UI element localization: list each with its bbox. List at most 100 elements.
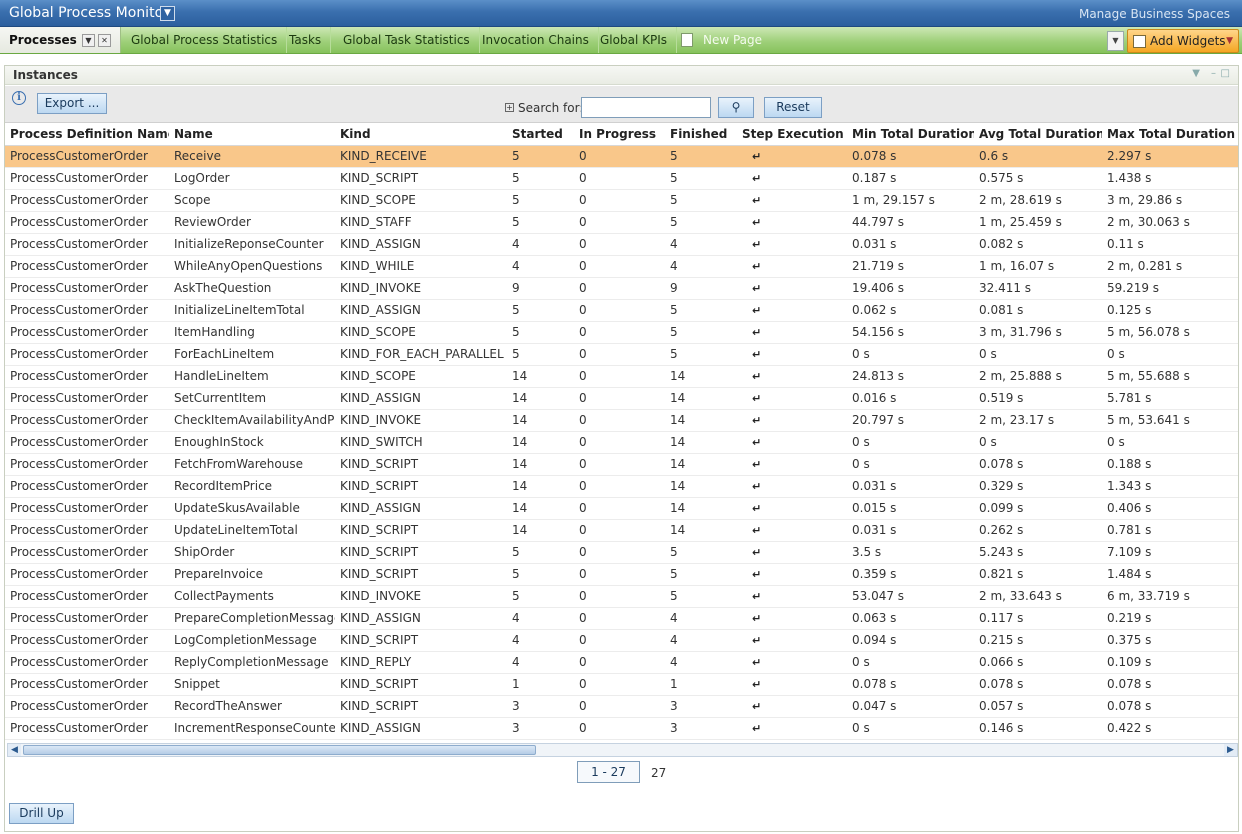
table-row[interactable]: ProcessCustomerOrder Snippet KIND_SCRIPT 1 0…: [5, 673, 1238, 696]
table-row[interactable]: ProcessCustomerOrder SetCurrentItem KIND_A…: [5, 387, 1238, 410]
step-execution-cell: ↵: [737, 299, 847, 322]
widget-menu-icon[interactable]: ▼: [1192, 68, 1200, 79]
column-header[interactable]: Finished: [665, 124, 737, 146]
table-row[interactable]: ProcessCustomerOrder Receive KIND_RECEIVE 5…: [5, 145, 1238, 168]
scroll-right-icon[interactable]: ▶: [1224, 744, 1237, 756]
step-execution-icon[interactable]: ↵: [742, 546, 761, 559]
step-execution-icon[interactable]: ↵: [742, 612, 761, 625]
process-definition-cell: ProcessCustomerOrder: [5, 475, 169, 498]
manage-business-spaces-link[interactable]: Manage Business Spaces: [1079, 7, 1230, 21]
table-row[interactable]: ProcessCustomerOrder ItemHandling KIND_SCO…: [5, 321, 1238, 344]
step-execution-icon[interactable]: ↵: [742, 502, 761, 515]
table-row[interactable]: ProcessCustomerOrder RecordTheAnswer KIND_…: [5, 695, 1238, 718]
table-row[interactable]: ProcessCustomerOrder InitializeLineItemTo…: [5, 299, 1238, 322]
in-progress-cell: 0: [574, 255, 665, 278]
step-execution-icon[interactable]: ↵: [742, 304, 761, 317]
table-row[interactable]: ProcessCustomerOrder CollectPayments KIND_…: [5, 585, 1238, 608]
horizontal-scrollbar[interactable]: ◀ ▶: [7, 743, 1238, 757]
table-row[interactable]: ProcessCustomerOrder PrepareCompletionMes…: [5, 607, 1238, 630]
table-row[interactable]: ProcessCustomerOrder ReplyCompletionMessa…: [5, 651, 1238, 674]
process-definition-cell: ProcessCustomerOrder: [5, 167, 169, 190]
step-execution-icon[interactable]: ↵: [742, 678, 761, 691]
step-execution-icon[interactable]: ↵: [742, 150, 761, 163]
search-input[interactable]: [581, 97, 711, 118]
step-execution-cell: ↵: [737, 277, 847, 300]
step-execution-icon[interactable]: ↵: [742, 282, 761, 295]
kind-cell: KIND_ASSIGN: [335, 717, 507, 740]
column-header[interactable]: Kind: [335, 124, 507, 146]
step-execution-icon[interactable]: ↵: [742, 260, 761, 273]
started-cell: 3: [507, 717, 574, 740]
expand-search-icon[interactable]: +: [505, 103, 514, 112]
step-execution-icon[interactable]: ↵: [742, 458, 761, 471]
info-icon[interactable]: i: [12, 91, 26, 105]
minimize-icon[interactable]: –: [1211, 68, 1216, 79]
space-menu-dropdown-icon[interactable]: ▼: [160, 6, 175, 21]
step-execution-icon[interactable]: ↵: [742, 348, 761, 361]
tab-tasks[interactable]: Tasks: [280, 27, 332, 53]
table-row[interactable]: ProcessCustomerOrder ReviewOrder KIND_STAF…: [5, 211, 1238, 234]
step-execution-icon[interactable]: ↵: [742, 414, 761, 427]
table-row[interactable]: ProcessCustomerOrder UpdateLineItemTotal K…: [5, 519, 1238, 542]
tab-invocation-chains[interactable]: Invocation Chains: [473, 27, 599, 53]
column-header[interactable]: Step Execution: [737, 124, 847, 146]
column-header[interactable]: Process Definition Name: [5, 124, 169, 146]
step-execution-icon[interactable]: ↵: [742, 326, 761, 339]
step-execution-icon[interactable]: ↵: [742, 194, 761, 207]
step-execution-icon[interactable]: ↵: [742, 700, 761, 713]
step-execution-icon[interactable]: ↵: [742, 722, 761, 735]
table-row[interactable]: ProcessCustomerOrder LogOrder KIND_SCRIPT 5…: [5, 167, 1238, 190]
tab-global-kpis[interactable]: Global KPIs: [591, 27, 677, 53]
table-row[interactable]: ProcessCustomerOrder ForEachLineItem KIND_…: [5, 343, 1238, 366]
table-row[interactable]: ProcessCustomerOrder WhileAnyOpenQuestion…: [5, 255, 1238, 278]
page-range-selector[interactable]: 1 - 27: [577, 761, 640, 783]
tab-new-page[interactable]: New Page: [694, 27, 771, 53]
maximize-icon[interactable]: □: [1221, 68, 1230, 79]
table-row[interactable]: ProcessCustomerOrder PrepareInvoice KIND_S…: [5, 563, 1238, 586]
column-header[interactable]: Name: [169, 124, 335, 146]
table-row[interactable]: ProcessCustomerOrder HandleLineItem KIND_S…: [5, 365, 1238, 388]
table-row[interactable]: ProcessCustomerOrder AskTheQuestion KIND_I…: [5, 277, 1238, 300]
new-page-icon[interactable]: [681, 33, 693, 47]
step-execution-icon[interactable]: ↵: [742, 480, 761, 493]
tab-menu-dropdown-icon[interactable]: ▼: [82, 34, 95, 47]
table-row[interactable]: ProcessCustomerOrder ShipOrder KIND_SCRIPT…: [5, 541, 1238, 564]
table-row[interactable]: ProcessCustomerOrder Scope KIND_SCOPE 5 0 5 ↵ 1…: [5, 189, 1238, 212]
table-row[interactable]: ProcessCustomerOrder UpdateSkusAvailable K…: [5, 497, 1238, 520]
scrollbar-thumb[interactable]: [23, 745, 536, 755]
step-execution-icon[interactable]: ↵: [742, 370, 761, 383]
search-button[interactable]: ⚲: [718, 97, 754, 118]
pages-dropdown-icon[interactable]: ▼: [1107, 31, 1124, 51]
tab-close-icon[interactable]: ✕: [98, 34, 111, 47]
step-execution-icon[interactable]: ↵: [742, 656, 761, 669]
step-execution-icon[interactable]: ↵: [742, 568, 761, 581]
column-header[interactable]: Min Total Duration: [847, 124, 974, 146]
table-row[interactable]: ProcessCustomerOrder FetchFromWarehouse KI…: [5, 453, 1238, 476]
step-execution-icon[interactable]: ↵: [742, 392, 761, 405]
table-row[interactable]: ProcessCustomerOrder InitializeReponseCou…: [5, 233, 1238, 256]
column-header[interactable]: Avg Total Duration: [974, 124, 1102, 146]
reset-button[interactable]: Reset: [764, 97, 822, 118]
step-execution-icon[interactable]: ↵: [742, 524, 761, 537]
export-button[interactable]: Export ...: [37, 93, 107, 114]
column-header[interactable]: In Progress: [574, 124, 665, 146]
name-cell: AskTheQuestion: [169, 277, 335, 300]
column-header[interactable]: Max Total Duration: [1102, 124, 1238, 146]
step-execution-icon[interactable]: ↵: [742, 436, 761, 449]
step-execution-icon[interactable]: ↵: [742, 590, 761, 603]
drill-up-button[interactable]: Drill Up: [9, 803, 74, 824]
step-execution-icon[interactable]: ↵: [742, 172, 761, 185]
table-row[interactable]: ProcessCustomerOrder IncrementResponseCou…: [5, 717, 1238, 740]
table-row[interactable]: ProcessCustomerOrder CheckItemAvailabilit…: [5, 409, 1238, 432]
add-widgets-button[interactable]: Add Widgets ▼: [1127, 29, 1239, 53]
step-execution-icon[interactable]: ↵: [742, 634, 761, 647]
scroll-left-icon[interactable]: ◀: [8, 744, 21, 756]
tab-global-process-statistics[interactable]: Global Process Statistics: [122, 27, 288, 53]
step-execution-icon[interactable]: ↵: [742, 216, 761, 229]
table-row[interactable]: ProcessCustomerOrder EnoughInStock KIND_SW…: [5, 431, 1238, 454]
column-header[interactable]: Started: [507, 124, 574, 146]
table-row[interactable]: ProcessCustomerOrder LogCompletionMessage…: [5, 629, 1238, 652]
step-execution-icon[interactable]: ↵: [742, 238, 761, 251]
table-row[interactable]: ProcessCustomerOrder RecordItemPrice KIND_…: [5, 475, 1238, 498]
tab-global-task-statistics[interactable]: Global Task Statistics: [334, 27, 480, 53]
